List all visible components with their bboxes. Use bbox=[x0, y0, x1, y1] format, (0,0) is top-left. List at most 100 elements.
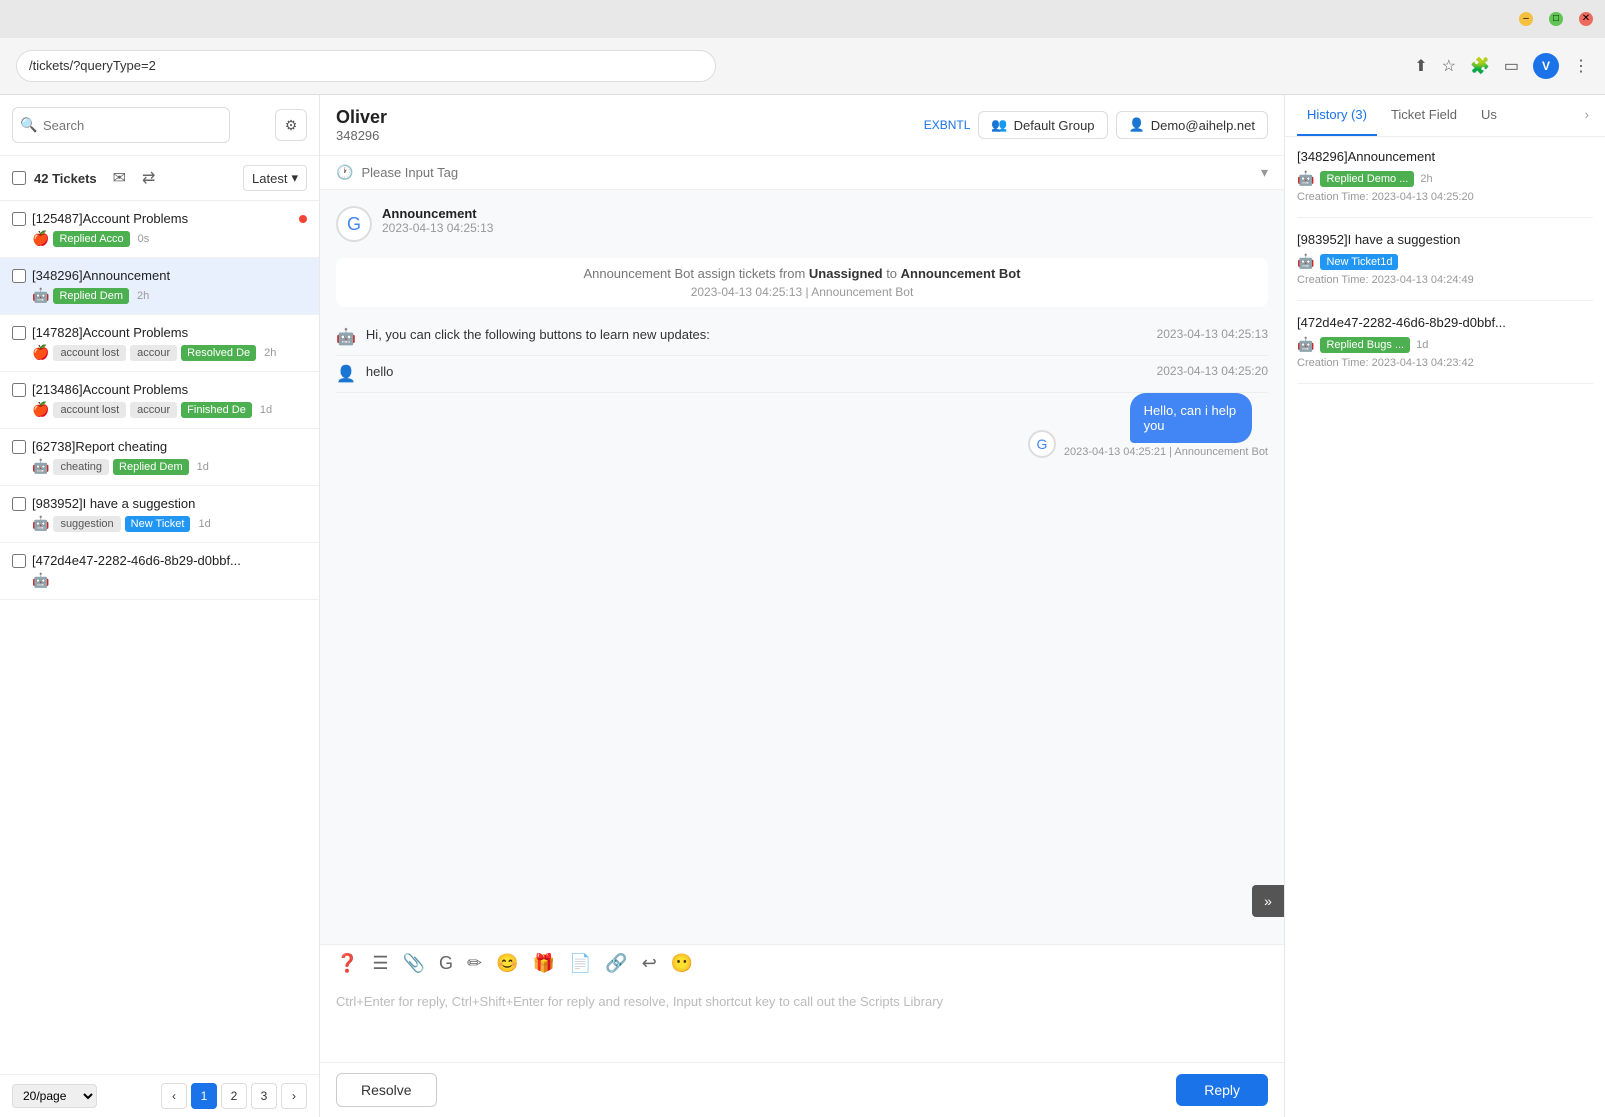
pagination: ‹ 1 2 3 › bbox=[161, 1083, 307, 1109]
ticket-checkbox[interactable] bbox=[12, 554, 26, 568]
bot-reply-time: 2023-04-13 04:25:21 | Announcement Bot bbox=[1064, 446, 1268, 458]
reply-area[interactable]: Ctrl+Enter for reply, Ctrl+Shift+Enter f… bbox=[320, 982, 1284, 1062]
transfer-icon[interactable]: ⇄ bbox=[138, 164, 159, 192]
search-input[interactable] bbox=[12, 107, 230, 143]
history-item[interactable]: [983952]I have a suggestion 🤖 New Ticket… bbox=[1297, 232, 1593, 301]
menu-icon[interactable]: ⋮ bbox=[1573, 56, 1589, 76]
ticket-count: 42 Tickets bbox=[34, 171, 97, 186]
tabs-more-icon[interactable]: › bbox=[1581, 95, 1593, 136]
platform-icon: 🍎 bbox=[32, 401, 49, 418]
sidebar-icon[interactable]: ▭ bbox=[1504, 56, 1519, 76]
bot-reply-wrap: G Hello, can i help you 2023-04-13 04:25… bbox=[336, 393, 1268, 458]
ticket-list: [125487]Account Problems 🍎 Replied Acco … bbox=[0, 201, 319, 1074]
tab-ticket-field[interactable]: Ticket Field bbox=[1381, 95, 1467, 136]
filter-button[interactable]: ⚙ bbox=[275, 109, 307, 141]
select-all-checkbox[interactable] bbox=[12, 171, 26, 185]
time-label: 2h bbox=[264, 347, 276, 359]
right-tabs: History (3) Ticket Field Us › bbox=[1285, 95, 1605, 137]
tab-us[interactable]: Us bbox=[1471, 95, 1507, 136]
platform-icon: 🤖 bbox=[32, 572, 49, 589]
translate-icon[interactable]: G bbox=[439, 953, 453, 974]
expand-panel-button[interactable]: » bbox=[1252, 885, 1284, 917]
list-icon[interactable]: ☰ bbox=[372, 953, 388, 974]
ticket-checkbox[interactable] bbox=[12, 440, 26, 454]
ticket-item[interactable]: [213486]Account Problems 🍎 account lost … bbox=[0, 372, 319, 429]
attachment-icon[interactable]: 📎 bbox=[403, 953, 425, 974]
ticket-title: [472d4e47-2282-46d6-8b29-d0bbf... bbox=[32, 553, 307, 568]
ticket-checkbox[interactable] bbox=[12, 383, 26, 397]
emoji-icon[interactable]: 😊 bbox=[496, 953, 518, 974]
edit-icon[interactable]: ✏ bbox=[467, 953, 482, 974]
link-icon[interactable]: 🔗 bbox=[605, 953, 627, 974]
search-wrap: 🔍 bbox=[12, 107, 267, 143]
conversation-area: G Announcement 2023-04-13 04:25:13 Annou… bbox=[320, 190, 1284, 944]
history-item[interactable]: [472d4e47-2282-46d6-8b29-d0bbf... 🤖 Repl… bbox=[1297, 315, 1593, 384]
ticket-checkbox[interactable] bbox=[12, 269, 26, 283]
bookmark-icon[interactable]: ☆ bbox=[1442, 56, 1456, 76]
reply-button[interactable]: Reply bbox=[1176, 1074, 1268, 1106]
ticket-item-active[interactable]: [348296]Announcement 🤖 Replied Dem 2h bbox=[0, 258, 319, 315]
per-page-select[interactable]: 20/page 50/page 100/page bbox=[12, 1084, 97, 1108]
status-badge: Replied Dem bbox=[113, 459, 189, 475]
platform-icon: 🍎 bbox=[32, 344, 49, 361]
undo-icon[interactable]: ↩ bbox=[642, 953, 657, 974]
group-label: Default Group bbox=[1014, 118, 1095, 133]
share-icon[interactable]: ⬆ bbox=[1414, 56, 1427, 76]
history-list: [348296]Announcement 🤖 Replied Demo ... … bbox=[1285, 137, 1605, 410]
ticket-item[interactable]: [147828]Account Problems 🍎 account lost … bbox=[0, 315, 319, 372]
user-icon: 👤 bbox=[1129, 117, 1145, 133]
system-message: Announcement Bot assign tickets from Una… bbox=[336, 258, 1268, 307]
bot-reply-avatar: G bbox=[1028, 430, 1056, 458]
next-page-button[interactable]: › bbox=[281, 1083, 307, 1109]
ticket-item[interactable]: [983952]I have a suggestion 🤖 suggestion… bbox=[0, 486, 319, 543]
platform-icon: 🤖 bbox=[32, 458, 49, 475]
demo-button[interactable]: 👤 Demo@aihelp.net bbox=[1116, 111, 1268, 139]
ticket-checkbox[interactable] bbox=[12, 497, 26, 511]
ticket-item[interactable]: [125487]Account Problems 🍎 Replied Acco … bbox=[0, 201, 319, 258]
page-1-button[interactable]: 1 bbox=[191, 1083, 217, 1109]
tag-bar: 🕐 ▾ bbox=[320, 156, 1284, 190]
history-creation: Creation Time: 2023-04-13 04:24:49 bbox=[1297, 274, 1593, 286]
extensions-icon[interactable]: 🧩 bbox=[1470, 56, 1490, 76]
sidebar-footer: 20/page 50/page 100/page ‹ 1 2 3 › bbox=[0, 1074, 319, 1117]
ticket-checkbox[interactable] bbox=[12, 326, 26, 340]
history-creation: Creation Time: 2023-04-13 04:25:20 bbox=[1297, 191, 1593, 203]
platform-icon: 🤖 bbox=[32, 287, 49, 304]
bot-time: 2023-04-13 04:25:13 bbox=[382, 221, 493, 235]
doc-icon[interactable]: 📄 bbox=[569, 953, 591, 974]
ticket-checkbox[interactable] bbox=[12, 212, 26, 226]
url-input[interactable] bbox=[16, 50, 716, 82]
ticket-item[interactable]: [472d4e47-2282-46d6-8b29-d0bbf... 🤖 bbox=[0, 543, 319, 600]
tag-input[interactable] bbox=[361, 165, 1253, 180]
history-item[interactable]: [348296]Announcement 🤖 Replied Demo ... … bbox=[1297, 149, 1593, 218]
tab-history[interactable]: History (3) bbox=[1297, 95, 1377, 136]
browser-icons: ⬆ ☆ 🧩 ▭ V ⋮ bbox=[1414, 53, 1589, 79]
resolve-button[interactable]: Resolve bbox=[336, 1073, 437, 1107]
page-3-button[interactable]: 3 bbox=[251, 1083, 277, 1109]
help-icon[interactable]: ❓ bbox=[336, 953, 358, 974]
reply-toolbar: ❓ ☰ 📎 G ✏ 😊 🎁 📄 🔗 ↩ 😶 bbox=[320, 944, 1284, 982]
close-button[interactable]: ✕ bbox=[1579, 12, 1593, 26]
message-user-icon: 👤 bbox=[336, 364, 356, 384]
user-avatar[interactable]: V bbox=[1533, 53, 1559, 79]
mail-icon[interactable]: ✉ bbox=[109, 164, 130, 192]
maximize-button[interactable]: □ bbox=[1549, 12, 1563, 26]
platform-icon: 🍎 bbox=[32, 230, 49, 247]
ticket-title: [62738]Report cheating bbox=[32, 439, 307, 454]
page-2-button[interactable]: 2 bbox=[221, 1083, 247, 1109]
ticket-user-name: Oliver bbox=[336, 107, 387, 128]
ticket-sidebar: 🔍 ⚙ 42 Tickets ✉ ⇄ Latest ▾ [125487]Acco… bbox=[0, 95, 320, 1117]
more-icon[interactable]: 😶 bbox=[671, 953, 693, 974]
gift-icon[interactable]: 🎁 bbox=[533, 953, 555, 974]
minimize-button[interactable]: – bbox=[1519, 12, 1533, 26]
ticket-title: [983952]I have a suggestion bbox=[32, 496, 307, 511]
tag: account lost bbox=[53, 345, 126, 361]
exbntl-tag[interactable]: EXBNTL bbox=[924, 118, 971, 132]
tag-dropdown-icon[interactable]: ▾ bbox=[1261, 164, 1268, 181]
prev-page-button[interactable]: ‹ bbox=[161, 1083, 187, 1109]
history-title: [983952]I have a suggestion bbox=[1297, 232, 1593, 247]
sort-button[interactable]: Latest ▾ bbox=[243, 165, 307, 191]
ticket-item[interactable]: [62738]Report cheating 🤖 cheating Replie… bbox=[0, 429, 319, 486]
group-button[interactable]: 👥 Default Group bbox=[978, 111, 1107, 139]
reply-hint: Ctrl+Enter for reply, Ctrl+Shift+Enter f… bbox=[336, 994, 943, 1009]
